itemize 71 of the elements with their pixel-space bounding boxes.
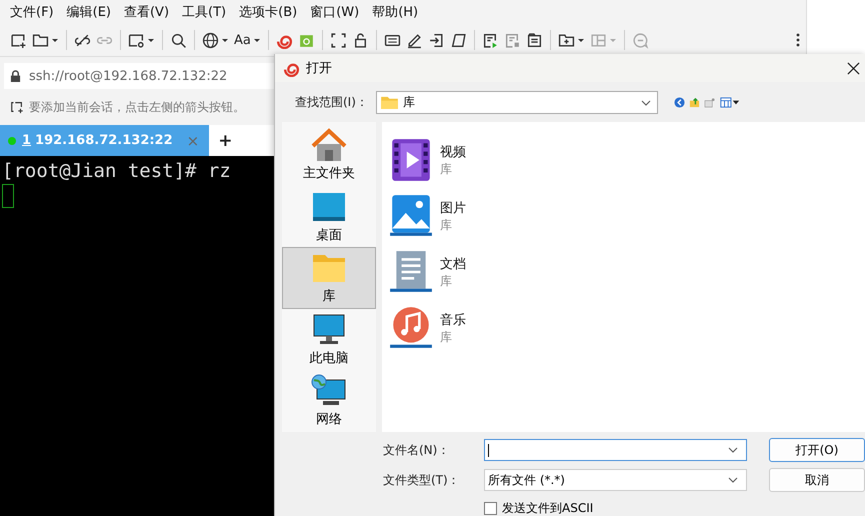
look-in-dropdown[interactable]: 库 <box>376 91 658 114</box>
menu-item[interactable]: 帮助(H) <box>372 3 418 21</box>
place-item[interactable]: 桌面 <box>282 186 376 248</box>
window-gear-icon[interactable] <box>128 32 145 48</box>
caret-icon[interactable] <box>147 36 155 44</box>
menu-item[interactable]: 查看(V) <box>124 3 170 21</box>
checkbox-label: 发送文件到ASCII <box>502 500 594 516</box>
place-item[interactable]: 库 <box>282 247 376 309</box>
fullscreen-icon[interactable] <box>330 32 347 48</box>
place-item[interactable]: 此电脑 <box>282 308 376 370</box>
file-type: 库 <box>440 328 453 346</box>
cancel-button[interactable]: 取消 <box>769 468 865 492</box>
place-item[interactable]: 网络 <box>282 370 376 432</box>
file-item[interactable]: 文档 库 <box>388 244 860 300</box>
caret-icon[interactable] <box>51 36 59 44</box>
document-icon[interactable] <box>526 32 543 48</box>
document-play-icon[interactable] <box>482 32 499 48</box>
file-name: 视频 <box>440 144 466 160</box>
file-name-field[interactable] <box>484 439 747 461</box>
file-type-label: 文件类型(T)： <box>383 472 461 488</box>
file-type: 库 <box>440 160 453 178</box>
view-menu-icon[interactable] <box>718 97 741 108</box>
chevron-down-icon <box>728 447 738 453</box>
house-icon <box>311 128 347 162</box>
menu-item[interactable]: 工具(T) <box>182 3 226 21</box>
dialog-title: 打开 <box>306 60 332 77</box>
picture-icon <box>388 193 434 239</box>
file-type-dropdown[interactable]: 所有文件 (*.*) <box>484 469 747 491</box>
chevron-down-icon <box>640 100 651 106</box>
globe-icon[interactable] <box>202 32 219 48</box>
menu-item[interactable]: 文件(F) <box>10 3 54 21</box>
folder-icon <box>380 96 398 109</box>
folder-plus-icon[interactable] <box>558 32 575 48</box>
document-stop-icon[interactable] <box>504 32 521 48</box>
folder-icon[interactable] <box>32 32 49 48</box>
document-icon <box>388 249 434 295</box>
new-tab-button[interactable]: + <box>218 130 232 150</box>
file-name: 图片 <box>440 200 466 216</box>
font-button[interactable]: Aa <box>234 32 251 48</box>
caret-icon[interactable] <box>252 36 261 44</box>
file-item[interactable]: 视频 库 <box>388 132 860 188</box>
file-name-label: 文件名(N)： <box>383 442 450 458</box>
checkbox[interactable] <box>484 502 497 515</box>
add-session-icon[interactable] <box>10 100 24 114</box>
menu-item[interactable]: 编辑(E) <box>66 3 111 21</box>
file-type: 库 <box>440 272 453 290</box>
look-in-label: 查找范围(I)： <box>295 94 368 111</box>
lock-icon <box>10 70 21 82</box>
back-icon[interactable] <box>674 97 685 108</box>
close-icon[interactable] <box>847 62 860 74</box>
file-item[interactable]: 音乐 库 <box>388 300 860 356</box>
place-item[interactable]: 主文件夹 <box>282 124 376 186</box>
menu-item[interactable]: 窗口(W) <box>310 3 360 21</box>
caret-icon[interactable] <box>576 36 585 44</box>
caret-icon[interactable] <box>221 36 229 44</box>
up-folder-icon[interactable] <box>688 97 700 108</box>
open-button[interactable]: 打开(O) <box>769 438 865 462</box>
hint-text: 要添加当前会话，点击左侧的箭头按钮。 <box>29 98 245 116</box>
file-name: 音乐 <box>440 312 466 328</box>
monitor-icon <box>311 312 347 347</box>
chevron-down-icon <box>728 477 738 483</box>
arrow-box-icon[interactable] <box>428 32 445 48</box>
file-item[interactable]: 图片 库 <box>388 188 860 244</box>
more-icon[interactable] <box>796 32 800 48</box>
music-note-icon <box>388 305 434 351</box>
search-icon[interactable] <box>170 32 187 48</box>
pen-icon[interactable] <box>406 32 423 48</box>
new-window-icon[interactable] <box>10 32 27 48</box>
file-name: 文档 <box>440 256 466 272</box>
file-type: 库 <box>440 216 453 234</box>
menu-item[interactable]: 选项卡(B) <box>239 3 298 21</box>
